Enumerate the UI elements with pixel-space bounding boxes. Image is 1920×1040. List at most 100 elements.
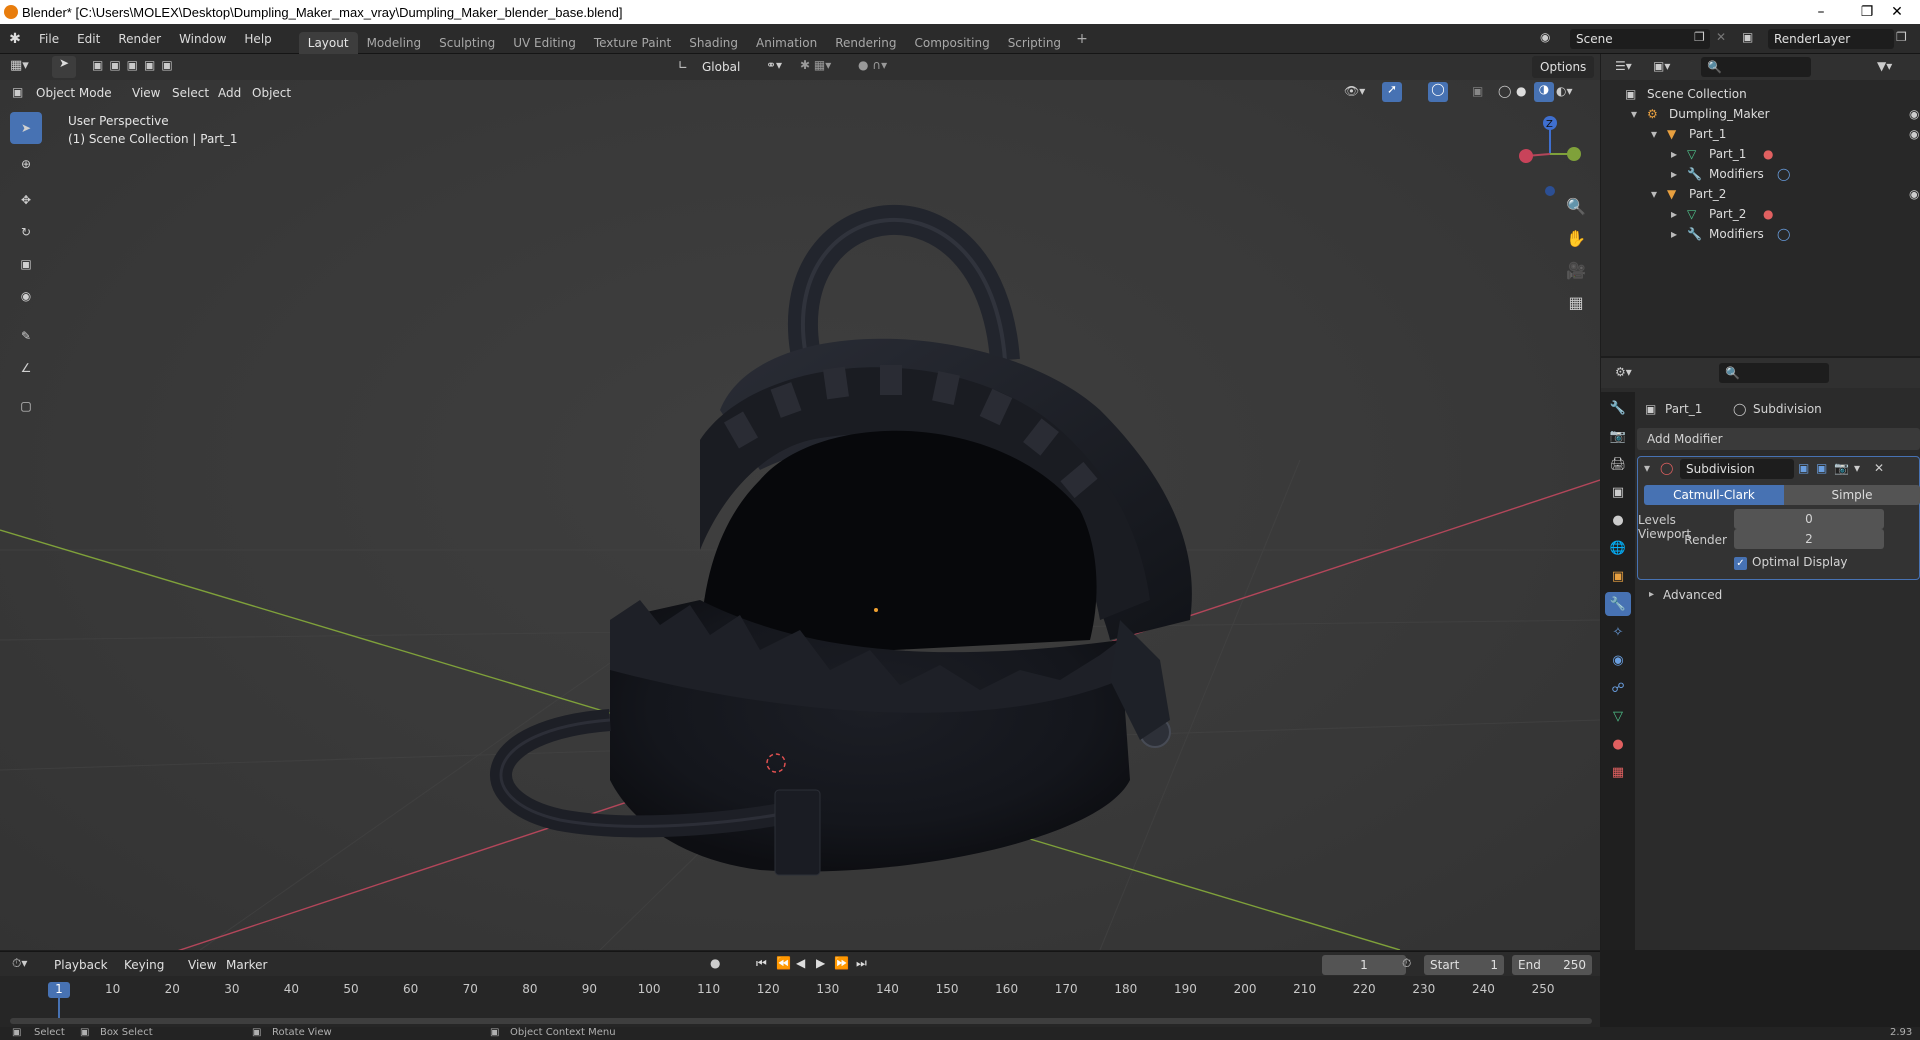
- tab-shading[interactable]: Shading: [680, 32, 747, 54]
- menu-help[interactable]: Help: [235, 24, 280, 54]
- outliner-row-part-2-mesh[interactable]: ▸ ▽ Part_2 ●: [1601, 204, 1920, 224]
- add-cube-tool-icon[interactable]: ▢: [10, 390, 42, 422]
- remove-modifier-icon[interactable]: ✕: [1874, 461, 1884, 475]
- tab-rendering[interactable]: Rendering: [826, 32, 905, 54]
- annotate-tool-icon[interactable]: ✎: [10, 320, 42, 352]
- outliner-editor-icon[interactable]: ☰▾: [1615, 59, 1632, 73]
- select-mode-icons[interactable]: ▣▣▣▣▣: [92, 58, 179, 72]
- constraints-tab-icon[interactable]: ☍: [1605, 676, 1631, 700]
- select-tool-icon[interactable]: ➤: [52, 56, 76, 78]
- expand-arrow-icon[interactable]: ▾: [1651, 124, 1657, 144]
- outliner-row-part-1[interactable]: ▾ ▼ Part_1 ◉: [1601, 124, 1920, 144]
- filter-icon[interactable]: ▼▾: [1877, 59, 1892, 73]
- texture-tab-icon[interactable]: ▦: [1605, 760, 1631, 784]
- solid-shading-icon[interactable]: ●: [1516, 84, 1526, 98]
- visibility-icon[interactable]: 👁▾: [1344, 84, 1365, 98]
- visibility-eye-icon[interactable]: ◉: [1909, 184, 1919, 204]
- material-shading-icon[interactable]: ◑: [1534, 82, 1554, 102]
- move-tool-icon[interactable]: ✥: [10, 184, 42, 216]
- scale-tool-icon[interactable]: ▣: [10, 248, 42, 280]
- view-layer-tab-icon[interactable]: ▣: [1605, 480, 1631, 504]
- delete-scene-icon[interactable]: ✕: [1716, 30, 1726, 44]
- select-box-tool-icon[interactable]: ➤: [10, 112, 42, 144]
- outliner-search-input[interactable]: 🔍: [1701, 57, 1811, 77]
- tab-modeling[interactable]: Modeling: [358, 32, 431, 54]
- minimize-button[interactable]: –: [1798, 0, 1844, 24]
- new-view-layer-icon[interactable]: ❐: [1896, 30, 1907, 44]
- particles-tab-icon[interactable]: ✧: [1605, 620, 1631, 644]
- pivot-point-icon[interactable]: ⚭▾: [766, 58, 782, 72]
- expand-arrow-icon[interactable]: ▾: [1631, 104, 1637, 124]
- render-levels-field[interactable]: 2: [1734, 529, 1884, 549]
- data-tab-icon[interactable]: ▽: [1605, 704, 1631, 728]
- overlay-toggle-icon[interactable]: ◯: [1428, 82, 1448, 102]
- properties-search-input[interactable]: 🔍: [1719, 363, 1829, 383]
- rotate-tool-icon[interactable]: ↻: [10, 216, 42, 248]
- expand-arrow-icon[interactable]: ▸: [1671, 164, 1677, 184]
- navigation-gizmo[interactable]: Z: [1510, 114, 1590, 204]
- transform-tool-icon[interactable]: ◉: [10, 280, 42, 312]
- zoom-icon[interactable]: 🔍: [1562, 192, 1590, 220]
- view-layer-icon[interactable]: ▣: [1742, 30, 1753, 44]
- expand-arrow-icon[interactable]: ▸: [1671, 204, 1677, 224]
- outliner-row-scene-collection[interactable]: ▣ Scene Collection: [1601, 84, 1920, 104]
- gizmo-toggle-icon[interactable]: ➚: [1382, 82, 1402, 102]
- world-tab-icon[interactable]: 🌐: [1605, 536, 1631, 560]
- material-tab-icon[interactable]: ●: [1605, 732, 1631, 756]
- tab-sculpting[interactable]: Sculpting: [430, 32, 504, 54]
- transform-orientation-dropdown[interactable]: Global: [694, 56, 748, 78]
- rendered-shading-icon[interactable]: ◐▾: [1556, 84, 1573, 98]
- advanced-subpanel[interactable]: ▸ Advanced: [1637, 584, 1920, 606]
- catmull-clark-button[interactable]: Catmull-Clark: [1644, 485, 1784, 505]
- tab-animation[interactable]: Animation: [747, 32, 826, 54]
- viewport-menu-view[interactable]: View: [124, 82, 168, 104]
- properties-editor-icon[interactable]: ⚙▾: [1615, 365, 1632, 379]
- tab-layout[interactable]: Layout: [298, 31, 358, 54]
- menu-render[interactable]: Render: [109, 24, 170, 54]
- outliner-row-dumpling-maker[interactable]: ▾ ⚙ Dumpling_Maker ◉: [1601, 104, 1920, 124]
- 3d-viewport[interactable]: ▣ Object Mode View Select Add Object 👁▾ …: [0, 80, 1600, 950]
- visibility-eye-icon[interactable]: ◉: [1909, 124, 1919, 144]
- physics-tab-icon[interactable]: ◉: [1605, 648, 1631, 672]
- proportional-edit-icon[interactable]: ● ∩▾: [858, 58, 887, 72]
- modifier-name-field[interactable]: Subdivision: [1680, 459, 1794, 479]
- add-workspace-icon[interactable]: +: [1076, 31, 1088, 47]
- editor-type-icon[interactable]: ▦▾: [10, 58, 29, 73]
- expand-arrow-icon[interactable]: ▸: [1671, 144, 1677, 164]
- object-mode-dropdown[interactable]: Object Mode: [28, 82, 120, 104]
- view-layer-field[interactable]: RenderLayer: [1768, 29, 1894, 49]
- outliner-row-part-2[interactable]: ▾ ▼ Part_2 ◉: [1601, 184, 1920, 204]
- add-modifier-dropdown[interactable]: Add Modifier: [1637, 428, 1920, 450]
- output-tab-icon[interactable]: 🖨: [1605, 452, 1631, 476]
- scene-tab-icon[interactable]: ●: [1605, 508, 1631, 532]
- visibility-eye-icon[interactable]: ◉: [1909, 104, 1919, 124]
- tab-texture-paint[interactable]: Texture Paint: [585, 32, 680, 54]
- levels-viewport-field[interactable]: 0: [1734, 509, 1884, 529]
- collapse-arrow-icon[interactable]: ▾: [1644, 461, 1650, 475]
- blender-menu-icon[interactable]: ✱: [0, 31, 30, 47]
- scene-name-field[interactable]: Scene: [1570, 29, 1710, 49]
- options-dropdown[interactable]: Options: [1532, 56, 1595, 78]
- render-tab-icon[interactable]: 📷: [1605, 424, 1631, 448]
- new-scene-icon[interactable]: ❐: [1694, 30, 1705, 44]
- expand-arrow-icon[interactable]: ▾: [1651, 184, 1657, 204]
- wireframe-shading-icon[interactable]: ◯: [1498, 84, 1511, 98]
- outliner-row-part-1-mesh[interactable]: ▸ ▽ Part_1 ●: [1601, 144, 1920, 164]
- edit-mode-toggle-icon[interactable]: ▣: [1798, 461, 1809, 475]
- render-toggle-icon[interactable]: 📷: [1834, 461, 1849, 475]
- measure-tool-icon[interactable]: ∠: [10, 352, 42, 384]
- modifier-menu-icon[interactable]: ▾: [1854, 461, 1860, 475]
- simple-button[interactable]: Simple: [1784, 485, 1920, 505]
- tab-uv-editing[interactable]: UV Editing: [504, 32, 585, 54]
- dumpling-maker-model[interactable]: [0, 80, 1600, 950]
- tab-compositing[interactable]: Compositing: [905, 32, 998, 54]
- menu-file[interactable]: File: [30, 24, 68, 54]
- snap-icon[interactable]: ✱ ▦▾: [800, 58, 831, 72]
- menu-window[interactable]: Window: [170, 24, 235, 54]
- expand-arrow-icon[interactable]: ▸: [1671, 224, 1677, 244]
- ortho-grid-icon[interactable]: ▦: [1562, 288, 1590, 316]
- pan-hand-icon[interactable]: ✋: [1562, 224, 1590, 252]
- xray-icon[interactable]: ▣: [1472, 84, 1483, 98]
- modifier-tab-icon[interactable]: 🔧: [1605, 592, 1631, 616]
- camera-view-icon[interactable]: 🎥: [1562, 256, 1590, 284]
